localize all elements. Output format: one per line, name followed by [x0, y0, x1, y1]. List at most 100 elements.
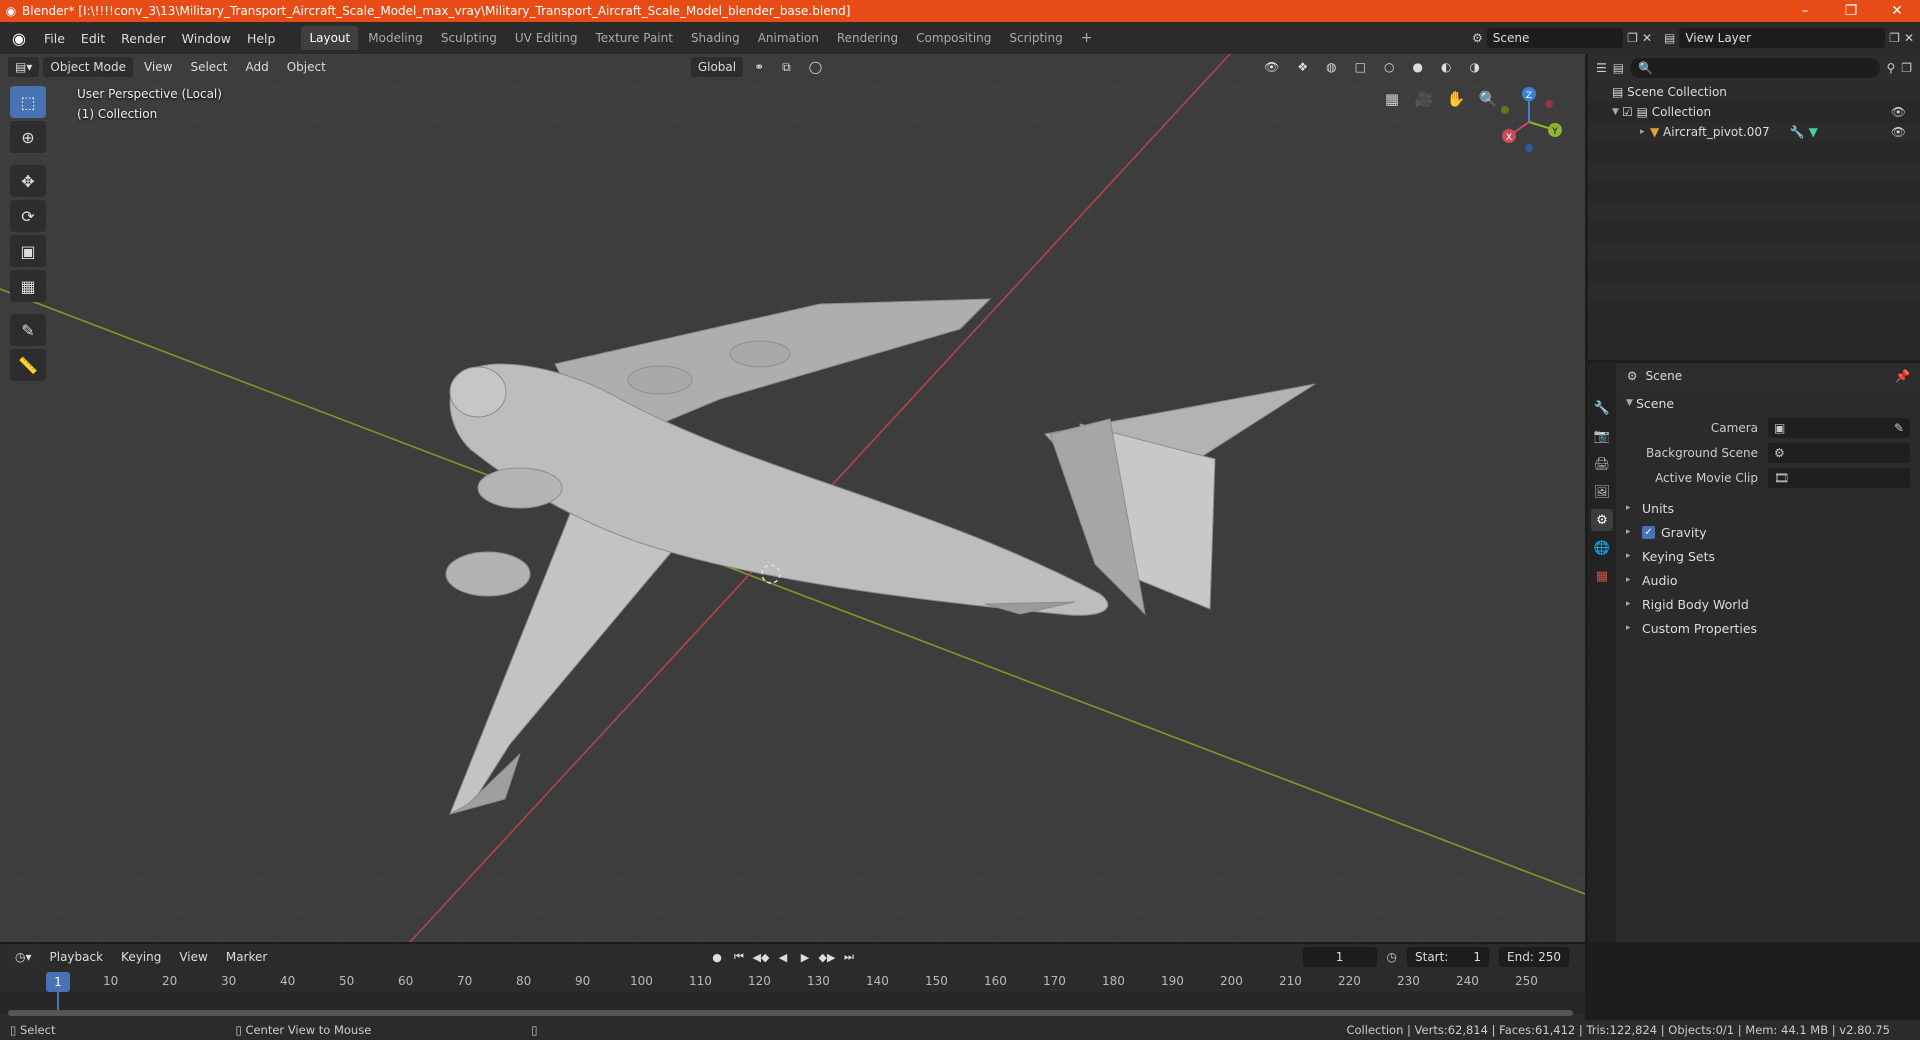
active-movie-clip-field[interactable]: 🎞	[1768, 467, 1910, 488]
wireframe-shading-icon[interactable]: ○	[1377, 57, 1401, 77]
frame-ruler[interactable]: 1 10 20 30 40 50 60 70 80 90 100 110 120…	[0, 972, 1585, 992]
display-mode-icon[interactable]: ▤	[1613, 61, 1624, 75]
prev-keyframe-icon[interactable]: ◀◆	[752, 948, 770, 966]
new-collection-icon[interactable]: ❐	[1901, 61, 1912, 75]
editor-type-icon[interactable]: ☰	[1596, 61, 1607, 75]
background-scene-field[interactable]: ⚙	[1768, 442, 1910, 463]
camera-field[interactable]: ▣ ✎	[1768, 417, 1910, 438]
blender-menu-icon[interactable]: ◉	[8, 28, 30, 48]
current-frame-field[interactable]: 1	[1302, 947, 1377, 967]
annotate-tool-icon[interactable]: ✎	[10, 314, 46, 346]
material-shading-icon[interactable]: ◐	[1434, 57, 1458, 77]
delete-scene-icon[interactable]: ✕	[1642, 31, 1652, 45]
proportional-edit-icon[interactable]: ◯	[802, 57, 829, 77]
end-frame-field[interactable]: End: 250	[1499, 947, 1569, 967]
output-tab-icon[interactable]: 🖨	[1591, 453, 1613, 475]
tab-shading[interactable]: Shading	[683, 26, 748, 50]
gravity-panel[interactable]: ▸ ✓ Gravity	[1618, 520, 1914, 544]
collection-checkbox-icon[interactable]: ☑	[1622, 105, 1637, 119]
solid-shading-icon[interactable]: ●	[1405, 57, 1429, 77]
scene-panel-header[interactable]: ▼ Scene	[1618, 391, 1914, 415]
tab-sculpting[interactable]: Sculpting	[433, 26, 505, 50]
expand-chevron-icon[interactable]: ▸	[1640, 127, 1650, 137]
start-frame-field[interactable]: Start: 1	[1407, 947, 1489, 967]
select-box-tool-icon[interactable]: ⬚	[10, 86, 46, 118]
view-layer-field[interactable]: View Layer	[1679, 28, 1886, 48]
editor-type-button[interactable]: ◷▾	[8, 947, 39, 967]
camera-view-icon[interactable]: 🎥	[1411, 86, 1437, 112]
3d-viewport[interactable]: ▤▾ Object Mode View Select Add Object Gl…	[0, 54, 1585, 942]
filter-icon[interactable]: ⚲	[1886, 61, 1895, 75]
mesh-data-icon[interactable]: ▼	[1809, 125, 1818, 139]
menu-edit[interactable]: Edit	[73, 27, 113, 50]
mode-dropdown[interactable]: Object Mode	[43, 57, 133, 77]
play-reverse-icon[interactable]: ◀	[774, 948, 792, 966]
new-view-layer-icon[interactable]: ❐	[1889, 31, 1900, 45]
timeline-scrollbar[interactable]	[8, 1010, 1573, 1016]
tab-scripting[interactable]: Scripting	[1001, 26, 1070, 50]
new-scene-icon[interactable]: ❐	[1627, 31, 1638, 45]
audio-panel[interactable]: ▸ Audio	[1618, 568, 1914, 592]
view-layer-selector[interactable]: ▤ View Layer ❐ ✕	[1664, 27, 1914, 49]
jump-start-icon[interactable]: ⏮	[730, 948, 748, 966]
jump-end-icon[interactable]: ⏭	[840, 948, 858, 966]
move-tool-icon[interactable]: ✥	[10, 165, 46, 197]
texture-tab-icon[interactable]: ▦	[1591, 565, 1613, 587]
tab-rendering[interactable]: Rendering	[829, 26, 906, 50]
tab-layout[interactable]: Layout	[301, 26, 359, 50]
pin-icon[interactable]: 📌	[1895, 369, 1910, 383]
record-icon[interactable]: ●	[708, 948, 726, 966]
delete-view-layer-icon[interactable]: ✕	[1904, 31, 1914, 45]
view-layer-tab-icon[interactable]: 🖼	[1591, 481, 1613, 503]
outliner-search-input[interactable]: 🔍	[1630, 58, 1881, 78]
menu-object[interactable]: Object	[280, 57, 333, 77]
scene-name-field[interactable]: Scene	[1486, 28, 1624, 48]
minimize-button[interactable]: –	[1782, 0, 1828, 22]
measure-tool-icon[interactable]: 📏	[10, 349, 46, 381]
visibility-eye-icon[interactable]: 👁	[1891, 125, 1906, 139]
maximize-button[interactable]: ❐	[1828, 0, 1874, 22]
tab-texture-paint[interactable]: Texture Paint	[588, 26, 681, 50]
close-button[interactable]: ✕	[1874, 0, 1920, 22]
custom-properties-panel[interactable]: ▸ Custom Properties	[1618, 616, 1914, 640]
visibility-eye-icon[interactable]: 👁	[1891, 105, 1906, 119]
scale-tool-icon[interactable]: ▣	[10, 235, 46, 267]
rendered-shading-icon[interactable]: ◑	[1462, 57, 1486, 77]
keying-sets-panel[interactable]: ▸ Keying Sets	[1618, 544, 1914, 568]
pivot-icon[interactable]: ⚭	[747, 57, 771, 77]
ortho-toggle-icon[interactable]: ▦	[1379, 86, 1405, 112]
add-workspace-button[interactable]: +	[1073, 26, 1101, 50]
menu-marker[interactable]: Marker	[219, 947, 274, 967]
tab-modeling[interactable]: Modeling	[360, 26, 431, 50]
navigation-gizmo[interactable]: Z Y X	[1491, 84, 1567, 160]
visibility-icon[interactable]: 👁	[1257, 57, 1286, 77]
menu-help[interactable]: Help	[239, 27, 284, 50]
scene-selector[interactable]: ⚙ Scene ❐ ✕	[1472, 27, 1652, 49]
pan-hand-icon[interactable]: ✋	[1443, 86, 1469, 112]
rigid-body-world-panel[interactable]: ▸ Rigid Body World	[1618, 592, 1914, 616]
menu-select[interactable]: Select	[183, 57, 234, 77]
gizmo-toggle-icon[interactable]: ❖	[1290, 57, 1315, 77]
menu-file[interactable]: File	[36, 27, 73, 50]
tab-compositing[interactable]: Compositing	[908, 26, 999, 50]
rotate-tool-icon[interactable]: ⟳	[10, 200, 46, 232]
gravity-checkbox[interactable]: ✓	[1642, 525, 1655, 539]
world-tab-icon[interactable]: 🌐	[1591, 537, 1613, 559]
render-tab-icon[interactable]: 📷	[1591, 425, 1613, 447]
scene-tab-icon[interactable]: ⚙	[1591, 509, 1613, 531]
xray-icon[interactable]: □	[1348, 57, 1373, 77]
menu-keying[interactable]: Keying	[114, 947, 168, 967]
expand-chevron-icon[interactable]: ▼	[1612, 107, 1622, 117]
menu-add[interactable]: Add	[238, 57, 275, 77]
outliner-row-aircraft[interactable]: ▸ ▼ Aircraft_pivot.007 🔧 ▼ 👁	[1588, 122, 1920, 142]
play-icon[interactable]: ▶	[796, 948, 814, 966]
transform-tool-icon[interactable]: ▦	[10, 270, 46, 302]
editor-type-button[interactable]: ▤▾	[8, 57, 40, 77]
modifier-wrench-icon[interactable]: 🔧	[1790, 125, 1805, 139]
eyedropper-icon[interactable]: ✎	[1894, 421, 1904, 435]
snap-icon[interactable]: ⧉	[775, 57, 798, 78]
menu-window[interactable]: Window	[174, 27, 239, 50]
menu-playback[interactable]: Playback	[43, 947, 111, 967]
tab-uv-editing[interactable]: UV Editing	[507, 26, 586, 50]
cursor-tool-icon[interactable]: ⊕	[10, 121, 46, 153]
